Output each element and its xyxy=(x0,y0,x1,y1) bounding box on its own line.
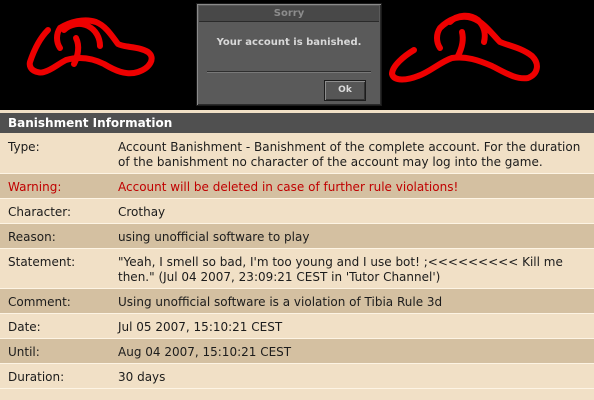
row-label: Character: xyxy=(8,205,72,219)
dialog-separator xyxy=(207,71,371,73)
row-value: 30 days xyxy=(118,370,166,384)
sorry-dialog: Sorry Your account is banished. Ok xyxy=(196,3,382,106)
row-label: Duration: xyxy=(8,370,65,384)
row-value: Crothay xyxy=(118,205,166,219)
table-header: Banishment Information xyxy=(0,113,594,134)
red-doodle-right xyxy=(389,12,540,83)
red-doodle-left xyxy=(26,17,155,77)
row-label: Statement: xyxy=(8,255,76,269)
row-label: Reason: xyxy=(8,230,56,244)
row-until: Until: Aug 04 2007, 15:10:21 CEST xyxy=(0,339,594,364)
row-value: using unofficial software to play xyxy=(118,230,310,244)
row-statement: Statement: "Yeah, I smell so bad, I'm to… xyxy=(0,249,594,289)
row-date: Date: Jul 05 2007, 15:10:21 CEST xyxy=(0,314,594,339)
row-label: Date: xyxy=(8,320,41,334)
row-character: Character: Crothay xyxy=(0,199,594,224)
row-reason: Reason: using unofficial software to pla… xyxy=(0,224,594,249)
row-value: Using unofficial software is a violation… xyxy=(118,295,443,309)
row-duration: Duration: 30 days xyxy=(0,364,594,389)
row-value: Jul 05 2007, 15:10:21 CEST xyxy=(118,320,283,334)
row-label: Until: xyxy=(8,345,40,359)
row-label: Comment: xyxy=(8,295,71,309)
row-value: Aug 04 2007, 15:10:21 CEST xyxy=(118,345,292,359)
row-label: Type: xyxy=(8,140,40,154)
row-value: Account Banishment - Banishment of the c… xyxy=(118,140,581,169)
row-warning: Warning: Account will be deleted in case… xyxy=(0,174,594,199)
row-value: Account will be deleted in case of furth… xyxy=(118,180,459,194)
ok-button[interactable]: Ok xyxy=(324,80,366,101)
row-label: Warning: xyxy=(8,180,62,194)
row-comment: Comment: Using unofficial software is a … xyxy=(0,289,594,314)
dialog-message: Your account is banished. xyxy=(216,37,362,48)
top-banner: Sorry Your account is banished. Ok xyxy=(0,0,594,110)
row-type: Type: Account Banishment - Banishment of… xyxy=(0,134,594,174)
row-value: "Yeah, I smell so bad, I'm too young and… xyxy=(118,255,563,284)
dialog-title: Sorry xyxy=(199,6,379,22)
banishment-info-table: Banishment Information Type: Account Ban… xyxy=(0,113,594,389)
